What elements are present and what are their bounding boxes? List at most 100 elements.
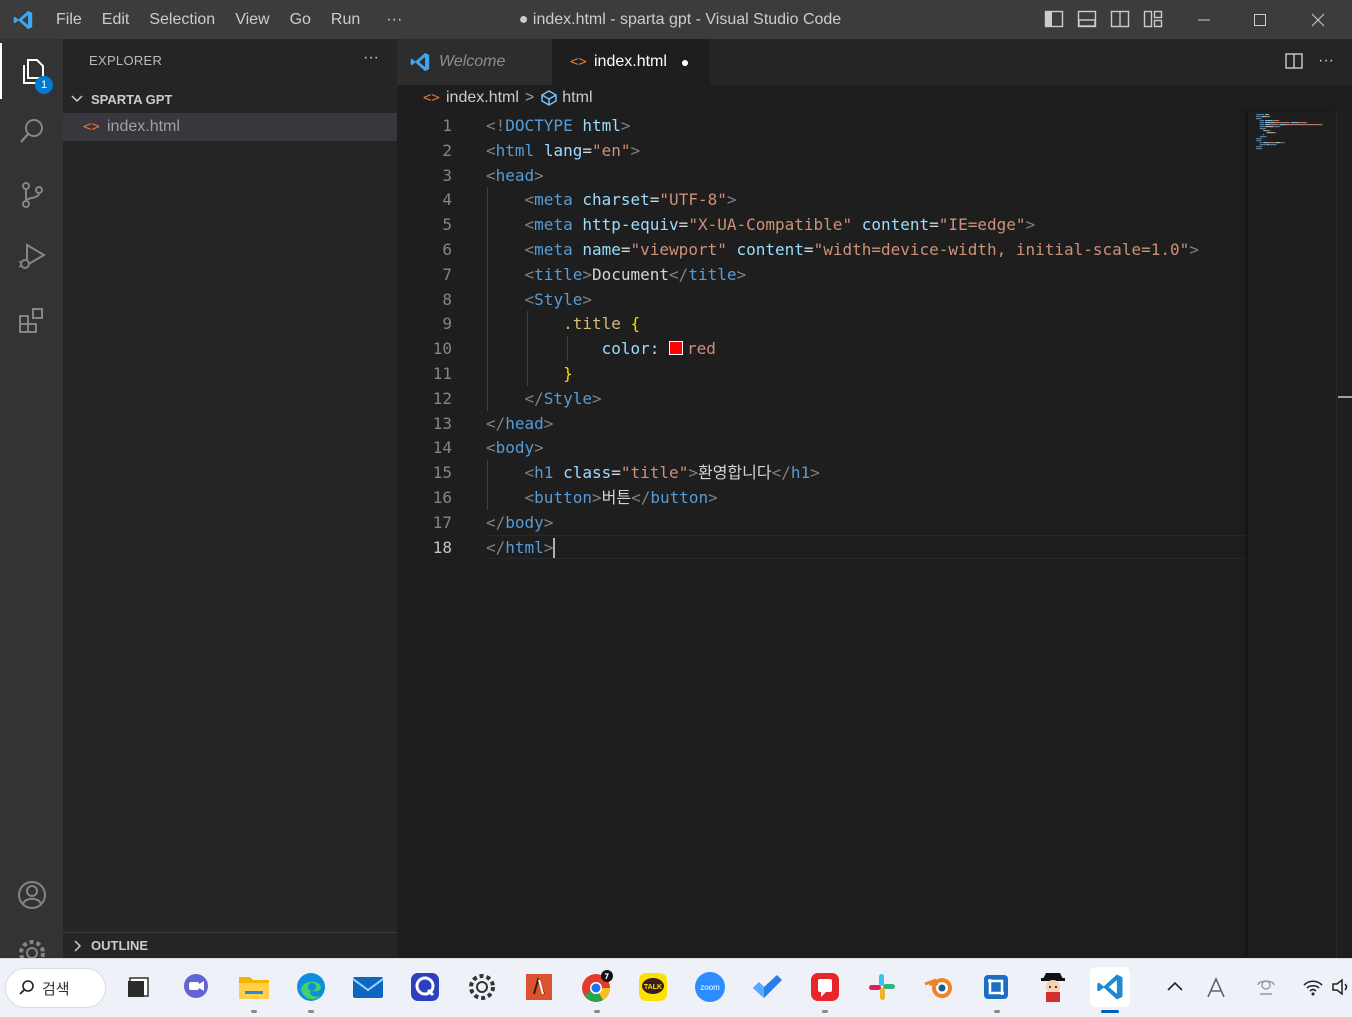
- line-number: 11: [432, 364, 452, 383]
- tray-wifi-button[interactable]: [1302, 976, 1324, 998]
- minimap-token: [1263, 142, 1268, 144]
- taskbar-character-app[interactable]: [1033, 967, 1073, 1007]
- minimize-button[interactable]: [1176, 0, 1232, 39]
- code-token: <: [524, 289, 535, 309]
- taskbar-vscode[interactable]: [1090, 967, 1130, 1007]
- breadcrumb-file[interactable]: index.html: [446, 89, 519, 107]
- vscode-logo-icon[interactable]: [12, 9, 34, 31]
- tray-volume-button[interactable]: [1330, 976, 1352, 998]
- activity-extensions[interactable]: [0, 293, 63, 349]
- menu-go[interactable]: Go: [280, 0, 321, 39]
- sidebar-title: EXPLORER: [89, 53, 163, 68]
- code-line-text: </Style>: [486, 386, 602, 411]
- taskbar-snip[interactable]: [976, 967, 1016, 1007]
- code-line[interactable]: 12 </Style>: [397, 386, 1247, 411]
- taskbar-search[interactable]: 검색: [5, 968, 106, 1008]
- menu-selection[interactable]: Selection: [139, 0, 225, 39]
- taskbar-q-app[interactable]: [405, 967, 445, 1007]
- taskbar-settings[interactable]: [462, 967, 502, 1007]
- taskbar-office-app[interactable]: [519, 967, 559, 1007]
- tab-welcome[interactable]: Welcome: [397, 39, 552, 85]
- taskbar-kakaotalk[interactable]: TALK: [633, 967, 673, 1007]
- search-icon: [19, 980, 34, 995]
- menu-run[interactable]: Run: [321, 0, 370, 39]
- sidebar-more-button[interactable]: ···: [363, 49, 379, 67]
- code-line[interactable]: 7 <title>Document</title>: [397, 262, 1247, 287]
- toggle-panel-icon[interactable]: [1076, 8, 1098, 30]
- toggle-primary-sidebar-icon[interactable]: [1043, 8, 1065, 30]
- menu-edit[interactable]: Edit: [92, 0, 140, 39]
- code-editor[interactable]: 1 <!DOCTYPE html> 2 <html lang="en"> 3 <head>…: [397, 113, 1247, 973]
- taskbar-chrome[interactable]: [576, 967, 616, 1007]
- minimap-token: [1260, 128, 1265, 130]
- menu-file[interactable]: File: [46, 0, 92, 39]
- taskbar-edge[interactable]: [291, 967, 331, 1007]
- code-line[interactable]: 5 <meta http-equiv="X-UA-Compatible" con…: [397, 212, 1247, 237]
- code-line[interactable]: 6 <meta name="viewport" content="width=d…: [397, 237, 1247, 262]
- code-token: <: [486, 140, 496, 160]
- code-line[interactable]: 14 <body>: [397, 435, 1247, 460]
- unsaved-dot-icon[interactable]: ●: [681, 54, 689, 70]
- breadcrumb-element[interactable]: html: [562, 89, 592, 107]
- customize-layout-icon[interactable]: [1142, 8, 1164, 30]
- tray-overflow-button[interactable]: [1164, 976, 1186, 998]
- maximize-button[interactable]: [1232, 0, 1288, 39]
- code-line[interactable]: 10 color: red: [397, 336, 1247, 361]
- menu-more[interactable]: ···: [370, 0, 412, 39]
- split-editor-icon[interactable]: [1284, 51, 1304, 71]
- vertical-scrollbar[interactable]: [1336, 111, 1352, 958]
- activity-explorer[interactable]: 1: [0, 43, 63, 99]
- talk-icon: TALK: [639, 973, 667, 1001]
- code-line[interactable]: 3 <head>: [397, 163, 1247, 188]
- code-line[interactable]: 8 <Style>: [397, 287, 1247, 312]
- activity-accounts[interactable]: [0, 867, 63, 923]
- editor-more-icon[interactable]: ···: [1318, 52, 1334, 70]
- close-button[interactable]: [1290, 0, 1346, 39]
- color-swatch-icon[interactable]: [669, 341, 684, 356]
- code-line[interactable]: 15 <h1 class="title">환영합니다</h1>: [397, 460, 1247, 485]
- activity-source-control[interactable]: [0, 167, 63, 223]
- taskbar-mail[interactable]: [348, 967, 388, 1007]
- code-token: >: [810, 463, 820, 483]
- minimap-token: [1271, 132, 1274, 134]
- code-token: html: [582, 116, 621, 135]
- code-line[interactable]: 11 }: [397, 361, 1247, 386]
- taskbar-chat[interactable]: [176, 967, 216, 1007]
- file-tree-item[interactable]: <> index.html: [63, 113, 397, 141]
- search-icon: [19, 119, 43, 143]
- code-line[interactable]: 1 <!DOCTYPE html>: [397, 113, 1247, 138]
- tab-index-html[interactable]: <> index.html ●: [552, 39, 710, 85]
- taskbar-zoom[interactable]: zoom: [690, 967, 730, 1007]
- minimap[interactable]: [1248, 111, 1336, 958]
- code-line[interactable]: 17 </body>: [397, 510, 1247, 535]
- code-line[interactable]: 13 </head>: [397, 411, 1247, 436]
- code-line[interactable]: 4 <meta charset="UTF-8">: [397, 187, 1247, 212]
- minimap-token: [1280, 142, 1283, 144]
- taskbar-file-explorer[interactable]: [234, 967, 274, 1007]
- menu-view[interactable]: View: [225, 0, 279, 39]
- activity-search[interactable]: [0, 103, 63, 159]
- code-line[interactable]: 16 <button>버튼</button>: [397, 485, 1247, 510]
- activity-run-debug[interactable]: [0, 229, 63, 285]
- outline-section-header[interactable]: OUTLINE: [63, 932, 397, 958]
- taskbar-slack[interactable]: [862, 967, 902, 1007]
- taskbar-task-view[interactable]: [118, 967, 158, 1007]
- minimap-token: [1265, 122, 1274, 124]
- taskbar-todo[interactable]: [747, 967, 787, 1007]
- taskbar-red-app[interactable]: [805, 967, 845, 1007]
- code-line[interactable]: 9 .title {: [397, 311, 1247, 336]
- taskbar-blender[interactable]: [919, 967, 959, 1007]
- breadcrumb: <> index.html > html: [397, 85, 1352, 111]
- code-line[interactable]: 18 </html>: [397, 535, 1247, 560]
- folder-section-header[interactable]: SPARTA GPT: [63, 87, 397, 111]
- activity-manage[interactable]: [0, 925, 63, 958]
- tray-location-button[interactable]: [1254, 976, 1278, 1000]
- toggle-secondary-sidebar-icon[interactable]: [1109, 8, 1131, 30]
- tray-ime-button[interactable]: [1204, 976, 1228, 1000]
- chevron-up-icon: [1167, 981, 1183, 991]
- code-line[interactable]: 2 <html lang="en">: [397, 138, 1247, 163]
